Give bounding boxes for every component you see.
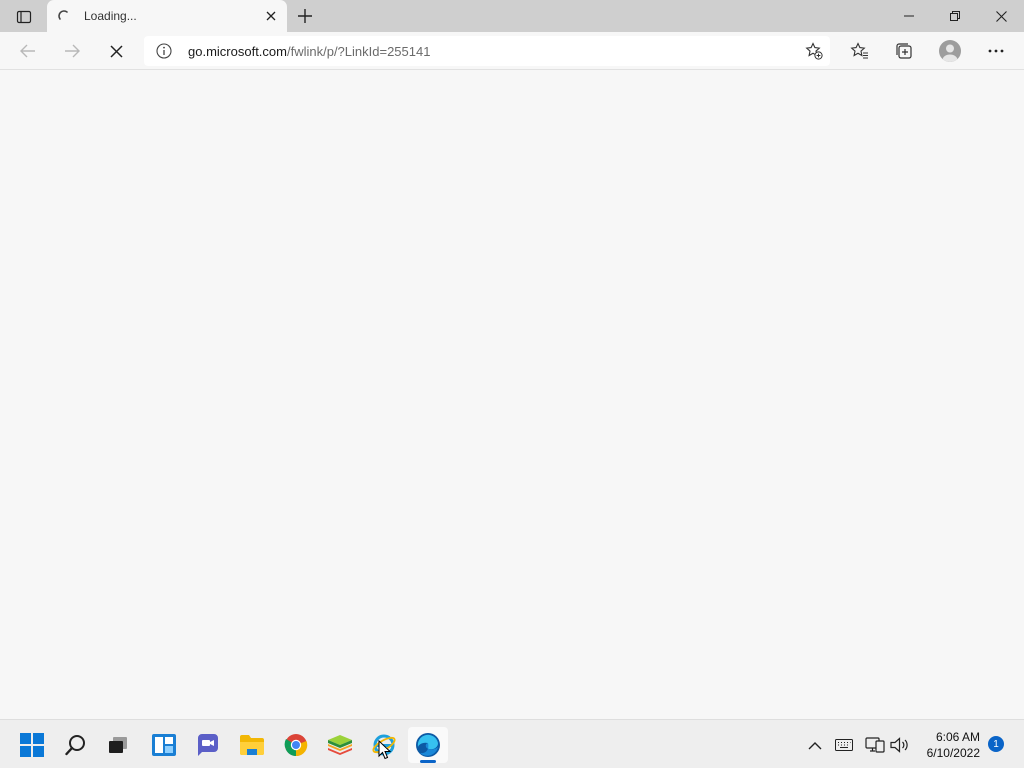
show-hidden-icons-button[interactable]	[804, 734, 826, 756]
input-indicator-button[interactable]	[833, 734, 855, 756]
widgets-icon	[152, 734, 176, 756]
profile-avatar	[939, 40, 961, 62]
page-content	[0, 71, 1024, 719]
task-view-button[interactable]	[98, 727, 138, 763]
volume-icon	[890, 737, 908, 753]
bluestacks-icon	[328, 735, 352, 755]
folder-icon	[240, 735, 264, 755]
minimize-icon	[904, 15, 914, 17]
restore-icon	[950, 11, 960, 21]
chrome-icon	[284, 734, 308, 757]
close-window-button[interactable]	[978, 0, 1024, 32]
browser-tab[interactable]: Loading...	[47, 0, 287, 32]
edge-icon	[416, 733, 440, 757]
chat-button[interactable]	[188, 727, 228, 763]
favorites-button[interactable]	[846, 37, 874, 65]
back-icon	[20, 44, 35, 58]
file-explorer-button[interactable]	[232, 727, 272, 763]
forward-icon	[65, 44, 80, 58]
keyboard-icon	[835, 739, 853, 751]
taskbar: 6:06 AM 6/10/2022 1	[0, 719, 1024, 768]
loading-spinner-icon	[58, 10, 68, 20]
taskbar-clock[interactable]: 6:06 AM 6/10/2022	[918, 729, 980, 761]
network-button[interactable]	[864, 734, 886, 756]
favorites-icon	[850, 42, 868, 59]
edge-button[interactable]	[408, 727, 448, 763]
edge-running-indicator	[420, 760, 436, 763]
more-icon	[988, 49, 1004, 53]
settings-and-more-button[interactable]	[982, 37, 1010, 65]
address-bar[interactable]: go.microsoft.com/fwlink/p/?LinkId=255141	[144, 36, 830, 66]
clock-time: 6:06 AM	[935, 730, 980, 744]
tab-actions-icon[interactable]	[8, 6, 40, 28]
task-view-icon	[109, 737, 127, 753]
volume-button[interactable]	[889, 734, 911, 756]
profile-button[interactable]	[936, 37, 964, 65]
network-icon	[865, 737, 885, 753]
add-favorite-icon[interactable]	[804, 41, 824, 61]
search-button[interactable]	[56, 727, 96, 763]
search-icon	[65, 735, 85, 756]
mouse-pointer-icon	[378, 740, 392, 760]
restore-button[interactable]	[932, 0, 978, 32]
browser-toolbar: go.microsoft.com/fwlink/p/?LinkId=255141	[0, 32, 1024, 70]
stop-icon	[109, 44, 123, 58]
forward-button[interactable]	[57, 36, 87, 66]
collections-icon	[896, 43, 912, 59]
minimize-button[interactable]	[886, 0, 932, 32]
back-button[interactable]	[13, 36, 43, 66]
stop-loading-button[interactable]	[101, 36, 131, 66]
notification-badge[interactable]: 1	[988, 736, 1004, 752]
browser-titlebar: Loading...	[0, 0, 1024, 32]
chevron-up-icon	[808, 741, 822, 749]
bluestacks-button[interactable]	[320, 727, 360, 763]
clock-date: 6/10/2022	[926, 746, 980, 760]
chrome-button[interactable]	[276, 727, 316, 763]
close-tab-icon[interactable]	[263, 8, 279, 24]
site-info-icon[interactable]	[156, 43, 172, 59]
windows-logo-icon	[20, 733, 44, 757]
new-tab-button[interactable]	[294, 6, 316, 26]
widgets-button[interactable]	[144, 727, 184, 763]
tab-title: Loading...	[84, 9, 137, 23]
teams-chat-icon	[198, 734, 218, 756]
collections-button[interactable]	[890, 37, 918, 65]
address-url[interactable]: go.microsoft.com/fwlink/p/?LinkId=255141	[188, 44, 430, 59]
close-icon	[995, 10, 1007, 22]
start-button[interactable]	[12, 727, 52, 763]
url-path: /fwlink/p/?LinkId=255141	[286, 44, 431, 59]
url-host: go.microsoft.com	[188, 44, 287, 59]
